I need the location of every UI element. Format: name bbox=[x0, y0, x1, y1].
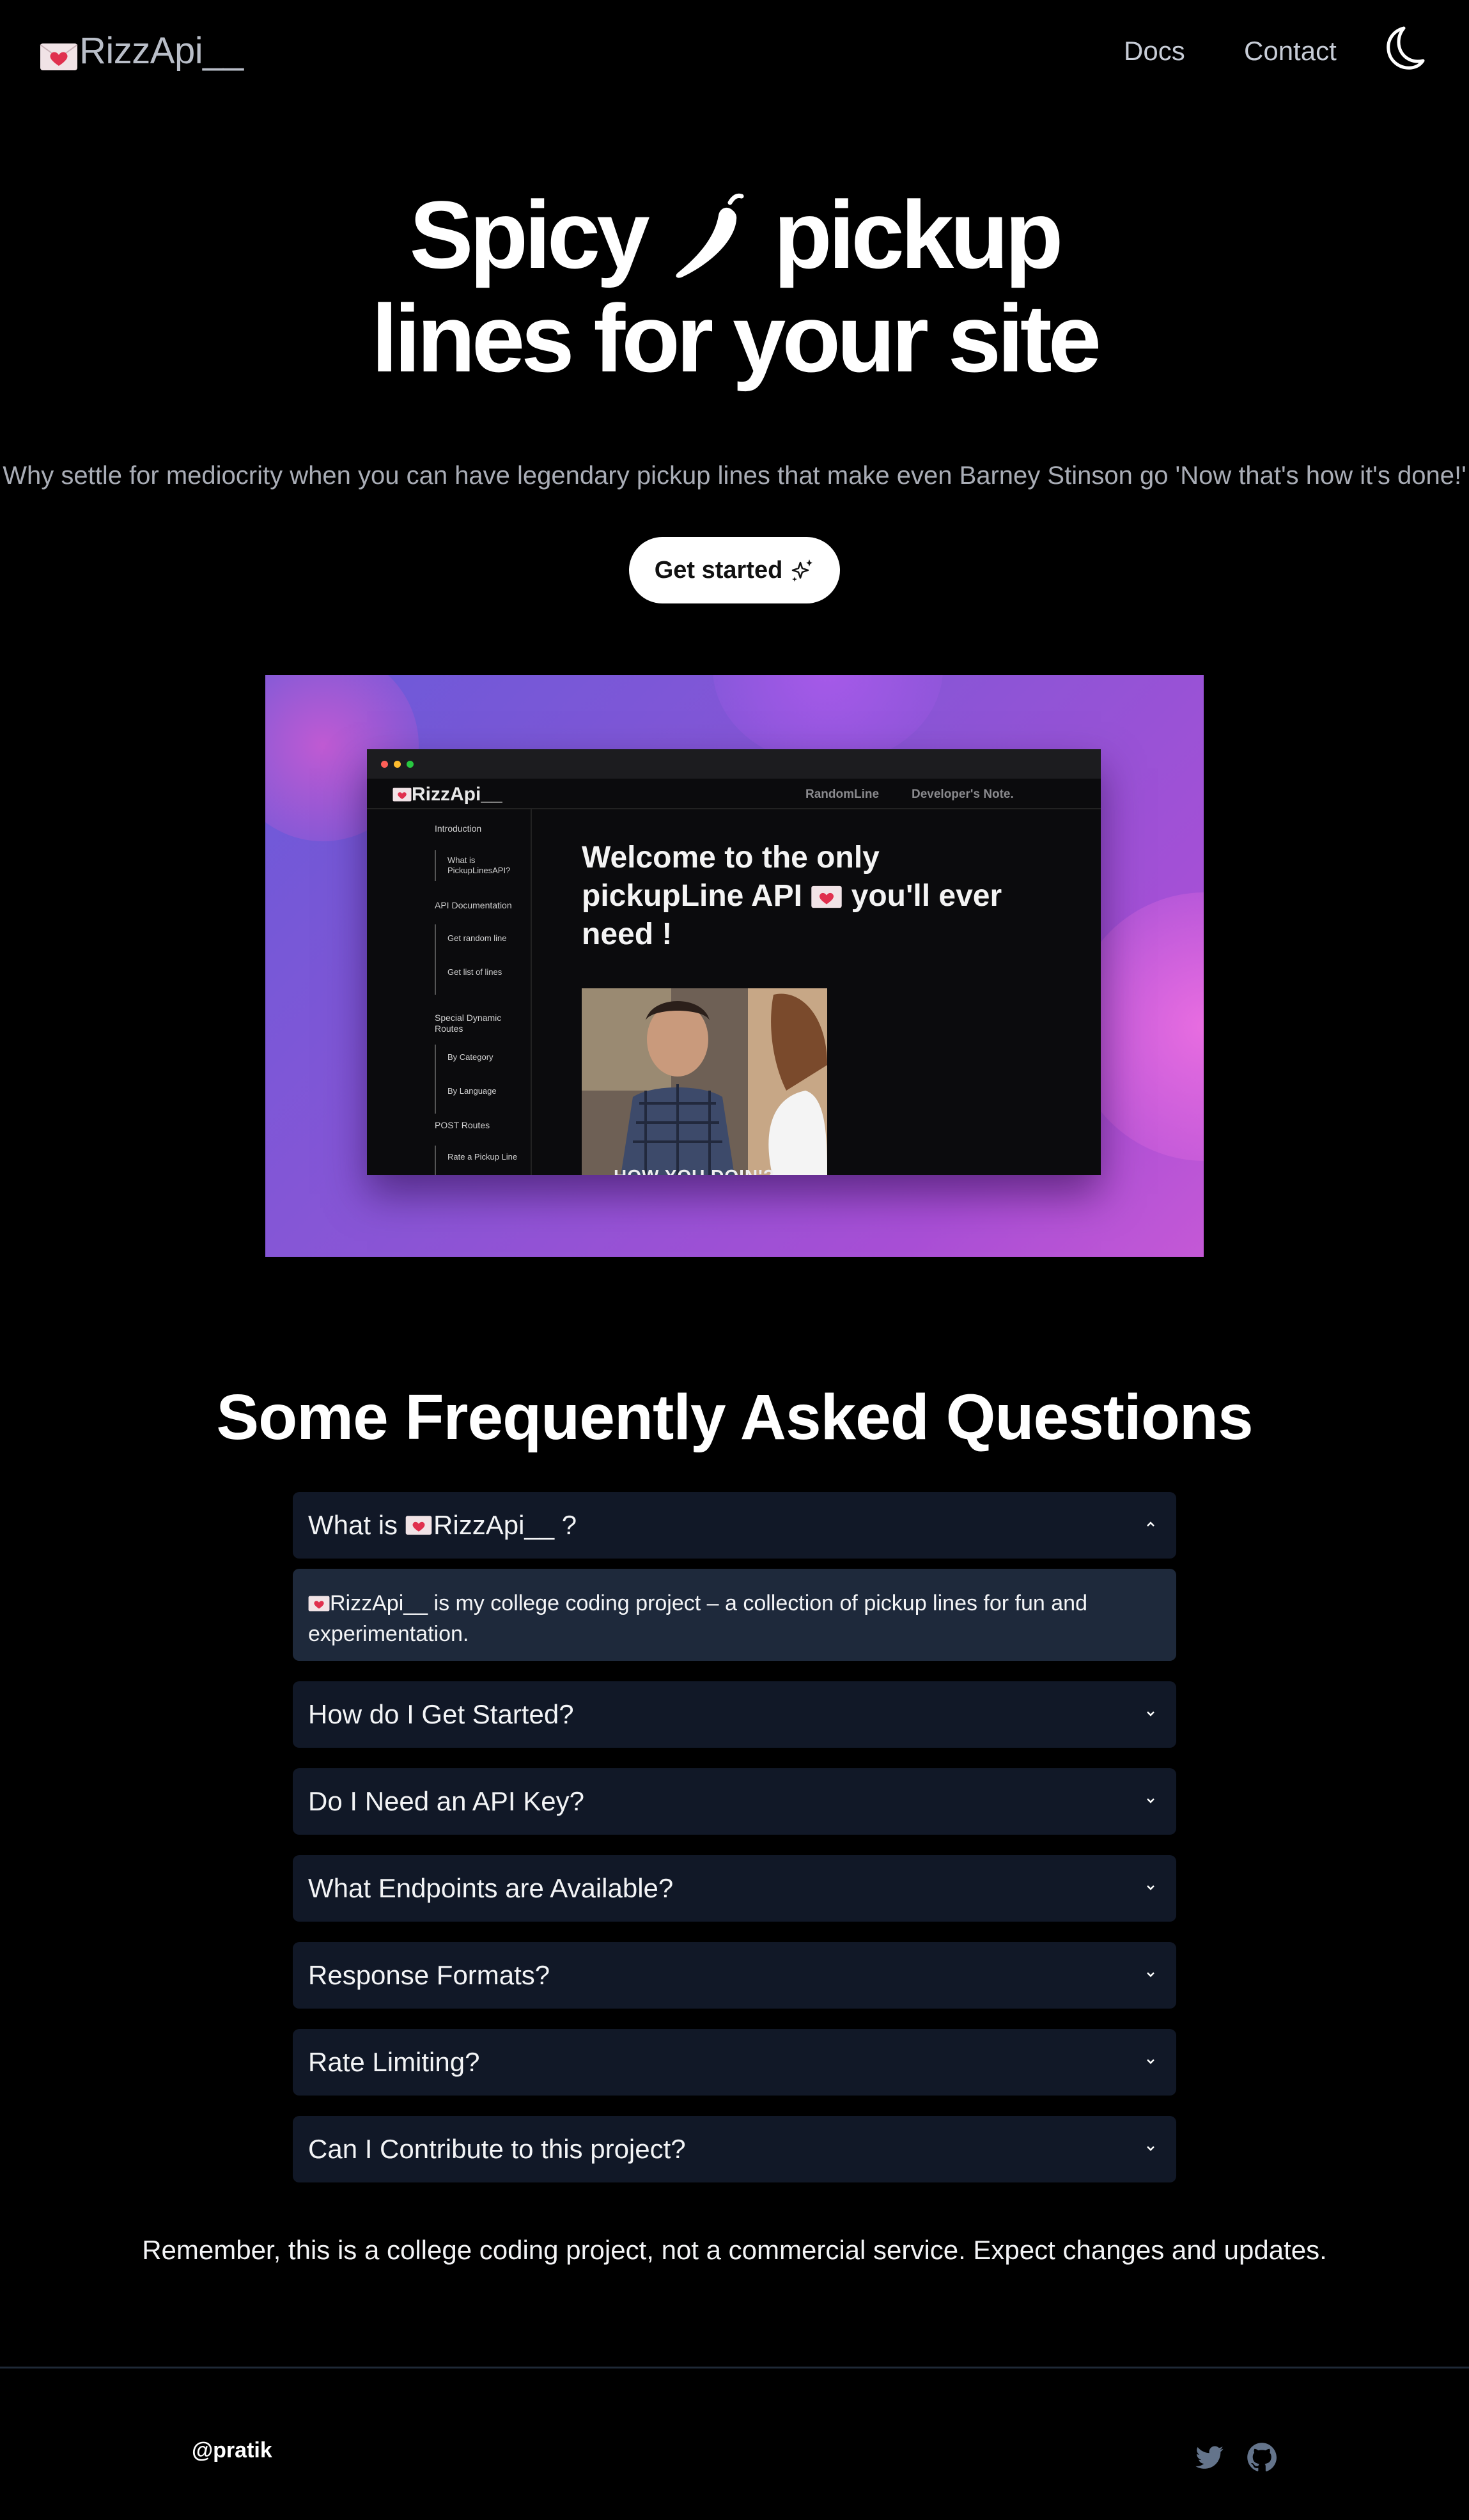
chevron-up-icon bbox=[1144, 1518, 1157, 1530]
preview-sidebar: Introduction What is PickupLinesAPI? API… bbox=[367, 809, 532, 1175]
faq-item-endpoints[interactable]: What Endpoints are Available? bbox=[293, 1855, 1176, 1922]
preview-logo: RizzApi__ bbox=[393, 784, 502, 805]
faq-question-text: Can I Contribute to this project? bbox=[308, 2134, 686, 2164]
faq-question-text: Rate Limiting? bbox=[308, 2047, 480, 2077]
disclaimer-note: Remember, this is a college coding proje… bbox=[142, 2235, 1327, 2265]
faq-question-text: Do I Need an API Key? bbox=[308, 1786, 584, 1816]
chili-pepper-icon bbox=[671, 191, 748, 281]
hero-title: Spicy pickup lines for your site bbox=[0, 183, 1469, 390]
get-started-button[interactable]: Get started bbox=[629, 537, 840, 603]
preview-main: Welcome to the only pickupLine API you'l… bbox=[532, 809, 1101, 1175]
hero-subtitle: Why settle for mediocrity when you can h… bbox=[3, 462, 1466, 490]
preview-nav: RizzApi__ RandomLine Developer's Note. bbox=[367, 779, 1101, 809]
side-random: Get random line bbox=[447, 933, 507, 943]
gif-caption: HOW YOU DOIN'? bbox=[614, 1166, 775, 1175]
love-letter-icon bbox=[811, 885, 843, 908]
site-logo-text: RizzApi__ bbox=[79, 30, 244, 72]
close-dot bbox=[381, 761, 388, 768]
love-letter-icon bbox=[40, 37, 78, 70]
chevron-down-icon bbox=[1144, 1794, 1157, 1807]
faq-item-what-is[interactable]: What is RizzApi__ ? bbox=[293, 1492, 1176, 1559]
preview-nav-randomline: RandomLine bbox=[805, 788, 880, 801]
side-divider bbox=[435, 924, 436, 995]
moon-icon[interactable] bbox=[1378, 24, 1426, 72]
hero-title-word-spicy: Spicy bbox=[409, 181, 650, 288]
twitter-icon[interactable] bbox=[1193, 2441, 1226, 2474]
faq-item-get-started[interactable]: How do I Get Started? bbox=[293, 1681, 1176, 1748]
hero-title-line2: lines for your site bbox=[371, 284, 1101, 392]
side-divider bbox=[435, 1146, 436, 1175]
side-intro: Introduction bbox=[435, 823, 482, 834]
side-divider bbox=[435, 850, 436, 881]
side-dynamic: Special Dynamic Routes bbox=[435, 1013, 502, 1034]
minimize-dot bbox=[394, 761, 401, 768]
side-what-is: What is PickupLinesAPI? bbox=[447, 855, 511, 875]
side-rate: Rate a Pickup Line bbox=[447, 1152, 518, 1162]
chevron-down-icon bbox=[1144, 1707, 1157, 1720]
site-logo[interactable]: RizzApi__ bbox=[40, 29, 244, 72]
faq-question: What is RizzApi__ ? bbox=[308, 1510, 577, 1541]
chevron-down-icon bbox=[1144, 2055, 1157, 2067]
footer-divider bbox=[0, 2367, 1469, 2368]
maximize-dot bbox=[407, 761, 414, 768]
hero-title-word-pickup: pickup bbox=[773, 181, 1063, 288]
side-list: Get list of lines bbox=[447, 967, 502, 977]
love-letter-icon bbox=[393, 788, 412, 802]
github-icon[interactable] bbox=[1245, 2441, 1279, 2474]
window-titlebar bbox=[367, 749, 1101, 779]
preview-browser-window: RizzApi__ RandomLine Developer's Note. I… bbox=[367, 749, 1101, 1175]
faq-item-contribute[interactable]: Can I Contribute to this project? bbox=[293, 2116, 1176, 2182]
faq-item-api-key[interactable]: Do I Need an API Key? bbox=[293, 1768, 1176, 1835]
sparkles-icon bbox=[789, 557, 814, 583]
nav-contact-link[interactable]: Contact bbox=[1244, 36, 1337, 66]
preview-nav-devnote: Developer's Note. bbox=[912, 788, 1014, 801]
top-nav: RizzApi__ Docs Contact bbox=[0, 0, 1469, 102]
get-started-label: Get started bbox=[654, 556, 783, 584]
side-post: POST Routes bbox=[435, 1120, 490, 1130]
faq-answer: RizzApi__ is my college coding project –… bbox=[293, 1569, 1176, 1661]
chevron-down-icon bbox=[1144, 1968, 1157, 1980]
side-divider bbox=[435, 1045, 436, 1114]
faq-title: Some Frequently Asked Questions bbox=[216, 1381, 1253, 1453]
faq-question-text: What is bbox=[308, 1510, 398, 1540]
side-api-doc: API Documentation bbox=[435, 900, 512, 910]
preview-heading: Welcome to the only pickupLine API you'l… bbox=[582, 839, 1029, 954]
faq-question-text: What Endpoints are Available? bbox=[308, 1873, 674, 1903]
faq-answer-brand: RizzApi__ bbox=[330, 1591, 428, 1615]
faq-item-rate-limiting[interactable]: Rate Limiting? bbox=[293, 2029, 1176, 2096]
faq-item-response-formats[interactable]: Response Formats? bbox=[293, 1942, 1176, 2009]
faq-question-text: How do I Get Started? bbox=[308, 1699, 574, 1729]
site-preview-image: RizzApi__ RandomLine Developer's Note. I… bbox=[265, 675, 1204, 1257]
love-letter-icon bbox=[308, 1596, 330, 1612]
chevron-down-icon bbox=[1144, 1881, 1157, 1894]
nav-docs-link[interactable]: Docs bbox=[1124, 36, 1185, 66]
love-letter-icon bbox=[405, 1516, 432, 1535]
preview-logo-text: RizzApi__ bbox=[412, 784, 502, 805]
faq-question-text: Response Formats? bbox=[308, 1960, 550, 1990]
author-handle[interactable]: @pratik bbox=[192, 2438, 272, 2463]
side-language: By Language bbox=[447, 1086, 497, 1096]
faq-question-brand: RizzApi__ ? bbox=[433, 1510, 577, 1540]
joey-gif-image: HOW YOU DOIN'? bbox=[582, 988, 827, 1175]
chevron-down-icon bbox=[1144, 2142, 1157, 2154]
side-category: By Category bbox=[447, 1052, 494, 1062]
